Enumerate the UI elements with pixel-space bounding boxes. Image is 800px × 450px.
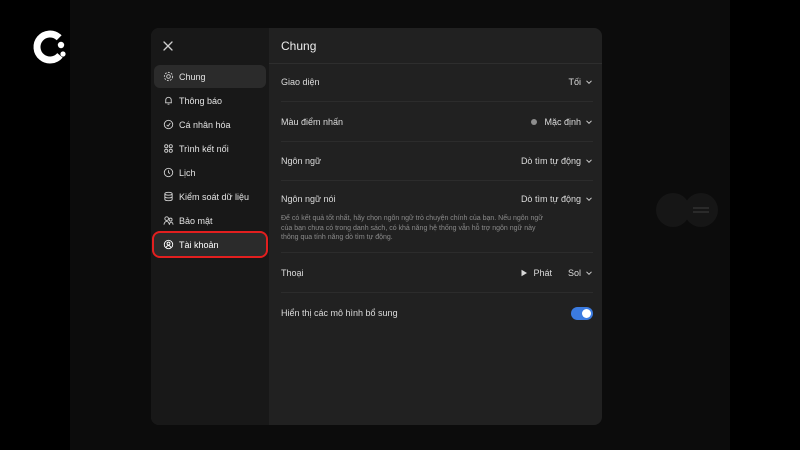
background-voice-button xyxy=(684,193,718,227)
spoken-language-hint: Để có kết quả tốt nhất, hãy chọn ngôn ng… xyxy=(281,215,543,241)
toggle-knob xyxy=(582,308,591,318)
sidebar-item-connectors[interactable]: Trình kết nối xyxy=(154,137,266,160)
divider xyxy=(269,63,602,64)
setting-label: Thoại xyxy=(281,268,304,278)
settings-content: Chung Giao diện Tối Màu điểm nhấn Mặc đị… xyxy=(269,28,602,425)
sidebar-item-label: Trình kết nối xyxy=(179,143,229,154)
accent-color-dropdown[interactable]: Mặc định xyxy=(531,117,593,127)
dropdown-value: Dò tìm tự động xyxy=(520,194,581,204)
dropdown-value: Dò tìm tự động xyxy=(520,156,581,166)
setting-label: Ngôn ngữ xyxy=(281,156,322,166)
close-icon[interactable] xyxy=(161,39,175,53)
sidebar-item-label: Bảo mật xyxy=(179,215,213,226)
screen: Chung Thông báo Cá nhân hóa Trình kết nố… xyxy=(0,0,800,450)
theme-dropdown[interactable]: Tối xyxy=(568,77,593,87)
voice-dropdown[interactable]: Sol xyxy=(568,268,593,278)
setting-accent-color: Màu điểm nhấn Mặc định xyxy=(281,112,593,132)
setting-label: Giao diện xyxy=(281,77,320,87)
setting-theme: Giao diện Tối xyxy=(281,72,593,92)
chevron-down-icon xyxy=(586,159,592,164)
dropdown-value: Sol xyxy=(567,268,581,278)
chevron-down-icon xyxy=(586,271,592,276)
language-dropdown[interactable]: Dò tìm tự động xyxy=(521,156,593,166)
sidebar-item-schedule[interactable]: Lịch xyxy=(154,161,266,184)
sidebar-item-data-controls[interactable]: Kiểm soát dữ liệu xyxy=(154,185,266,208)
sidebar-item-account[interactable]: Tài khoản xyxy=(152,231,268,258)
sidebar-item-label: Tài khoản xyxy=(179,239,219,250)
extra-models-toggle[interactable] xyxy=(571,306,593,320)
setting-label: Hiển thị các mô hình bổ sung xyxy=(281,308,398,318)
setting-spoken-language: Ngôn ngữ nói Dò tìm tự động xyxy=(281,189,593,209)
play-icon xyxy=(521,269,528,277)
personalize-icon xyxy=(163,119,174,130)
account-icon xyxy=(163,239,174,250)
chevron-down-icon xyxy=(586,197,592,202)
settings-dialog: Chung Thông báo Cá nhân hóa Trình kết nố… xyxy=(151,28,602,425)
divider xyxy=(281,292,593,293)
bell-icon xyxy=(163,95,174,106)
security-icon xyxy=(163,215,174,226)
chevron-down-icon xyxy=(586,120,592,125)
play-voice-button[interactable]: Phát xyxy=(520,268,552,278)
database-icon xyxy=(163,191,174,202)
sidebar-item-notifications[interactable]: Thông báo xyxy=(154,89,266,112)
page-title: Chung xyxy=(281,39,317,53)
setting-voice: Thoại Phát Sol xyxy=(281,263,593,283)
sidebar-item-label: Cá nhân hóa xyxy=(179,119,231,130)
sidebar-item-label: Kiểm soát dữ liệu xyxy=(179,191,250,202)
settings-sidebar: Chung Thông báo Cá nhân hóa Trình kết nố… xyxy=(151,28,269,425)
divider xyxy=(281,101,593,102)
sidebar-item-general[interactable]: Chung xyxy=(154,65,266,88)
divider xyxy=(281,180,593,181)
divider xyxy=(281,141,593,142)
settings-nav: Chung Thông báo Cá nhân hóa Trình kết nố… xyxy=(152,65,268,258)
color-swatch xyxy=(531,119,538,125)
dropdown-value: Mặc định xyxy=(544,117,581,127)
sidebar-item-label: Chung xyxy=(179,71,206,82)
gear-icon xyxy=(163,71,174,82)
clock-icon xyxy=(163,167,174,178)
brand-logo-icon xyxy=(33,30,67,64)
setting-label: Ngôn ngữ nói xyxy=(281,194,336,204)
sidebar-item-label: Thông báo xyxy=(179,95,223,106)
setting-language: Ngôn ngữ Dò tìm tự động xyxy=(281,151,593,171)
sidebar-item-security[interactable]: Bảo mật xyxy=(154,209,266,232)
divider xyxy=(281,252,593,253)
dropdown-value: Tối xyxy=(568,77,581,87)
voice-controls: Phát Sol xyxy=(520,268,593,278)
chevron-down-icon xyxy=(586,80,592,85)
sidebar-item-label: Lịch xyxy=(179,167,196,178)
spoken-language-dropdown[interactable]: Dò tìm tự động xyxy=(521,194,593,204)
setting-extra-models: Hiển thị các mô hình bổ sung xyxy=(281,303,593,323)
connectors-icon xyxy=(163,143,174,154)
play-label: Phát xyxy=(533,268,552,278)
sidebar-item-personalization[interactable]: Cá nhân hóa xyxy=(154,113,266,136)
setting-label: Màu điểm nhấn xyxy=(281,117,344,127)
